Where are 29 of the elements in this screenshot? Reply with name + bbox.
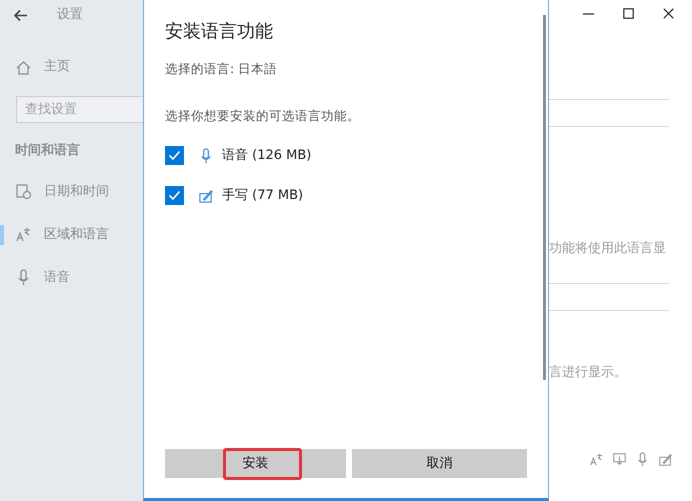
nav-item[interactable]: 日期和时间 <box>0 180 143 204</box>
search-field[interactable]: 查找设置 <box>16 96 143 123</box>
nav-item[interactable]: 区域和语言 <box>0 222 143 246</box>
monitor-icon <box>612 452 627 467</box>
checkmark-icon <box>168 149 181 162</box>
pen-icon <box>658 452 673 467</box>
feature-label: 语音 (126 MB) <box>222 146 312 165</box>
dialog-title: 安装语言功能 <box>165 20 274 44</box>
home-icon <box>15 58 32 76</box>
prompt-text: 选择你想要安装的可选语言功能。 <box>165 106 361 125</box>
calendar-clock-icon <box>15 183 32 200</box>
language-icon <box>589 452 604 467</box>
setting-description: 功能将使用此语言显 <box>549 240 667 258</box>
feature-label: 手写 (77 MB) <box>222 186 304 205</box>
dialog-button[interactable]: 安装 <box>165 449 346 478</box>
home-link[interactable]: 主页 <box>0 55 143 79</box>
selected-language-text: 选择的语言: 日本語 <box>165 60 278 78</box>
section-heading: 时间和语言 <box>15 142 81 160</box>
language-icon <box>15 226 32 243</box>
nav-item[interactable]: 语音 <box>0 266 143 290</box>
window-title: 设置 <box>57 6 83 24</box>
checkbox[interactable] <box>165 146 184 165</box>
maximize-icon[interactable] <box>621 6 637 22</box>
setting-description: 言进行显示。 <box>549 364 628 382</box>
pen-icon <box>198 188 214 204</box>
checkmark-icon <box>168 189 181 202</box>
dialog-button[interactable]: 取消 <box>352 449 527 478</box>
microphone-icon <box>635 452 650 467</box>
checkbox[interactable] <box>165 186 184 205</box>
